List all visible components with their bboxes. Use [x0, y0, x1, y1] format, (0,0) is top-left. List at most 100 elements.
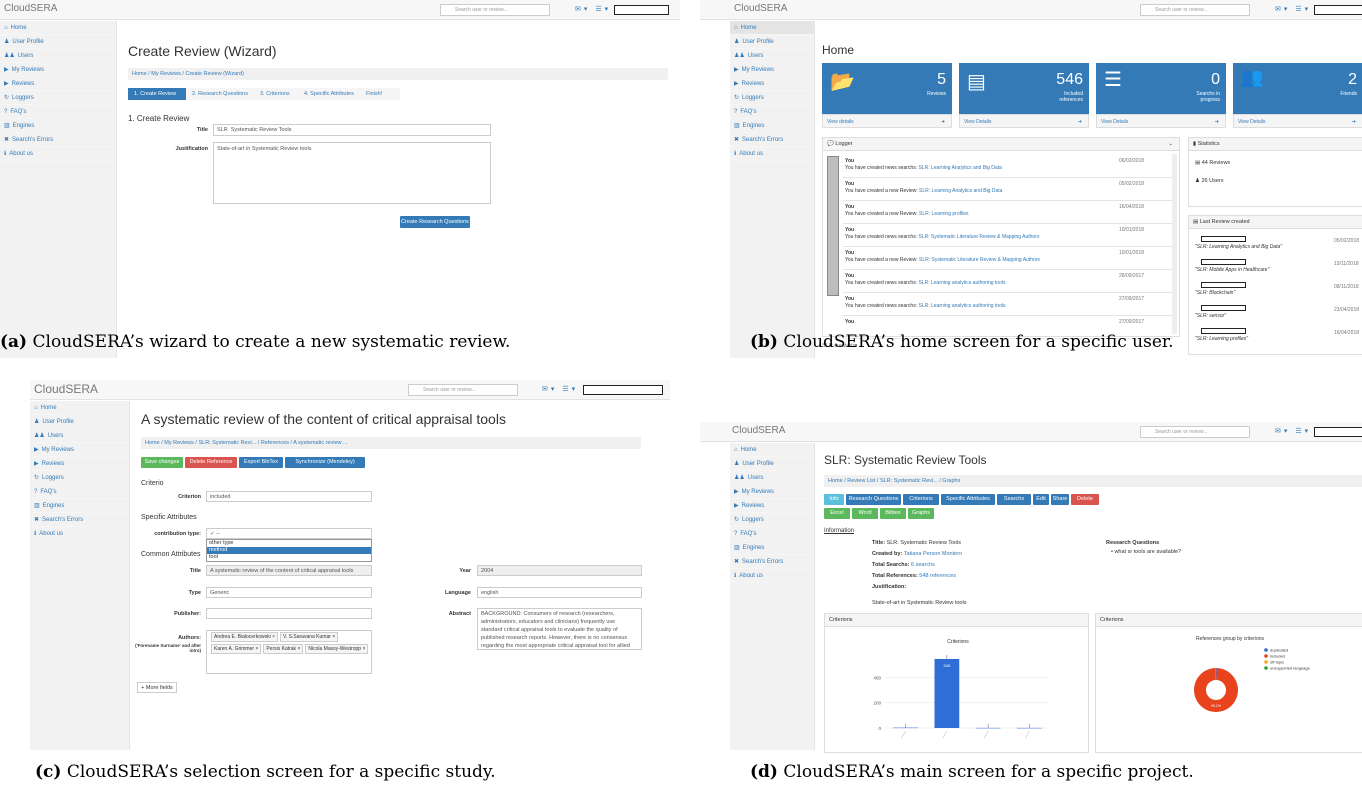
tile-searchs[interactable]: ☰ 0 Searchs in progress View Details ➜ — [1096, 63, 1226, 128]
dropdown-option[interactable]: other type — [207, 540, 371, 547]
sidebar-item-my-reviews[interactable]: ▶ My Reviews — [0, 63, 116, 77]
sidebar-item-about-us[interactable]: ℹ About us — [30, 527, 129, 541]
justification-textarea[interactable]: State-of-art in Systematic Review tools — [213, 142, 491, 204]
sidebar-item-engines[interactable]: ▥ Engines — [0, 119, 116, 133]
authors-tags[interactable]: Andrea E. Bialocerkowski × V. S.Saravana … — [206, 630, 372, 674]
synchronize-mendeley-button[interactable]: Synchronize (Mendeley) — [285, 457, 365, 468]
tab-criterions[interactable]: Criterions — [903, 494, 939, 505]
log-scrollbar[interactable] — [1172, 154, 1177, 334]
delete-reference-button[interactable]: Delete Reference — [185, 457, 237, 468]
user-menu-redacted[interactable] — [614, 5, 669, 15]
title-input[interactable]: A systematic review of the content of cr… — [206, 565, 372, 576]
tile-footer[interactable]: View Details ➜ — [1096, 114, 1226, 128]
sidebar-item-loggers[interactable]: ↻ Loggers — [730, 91, 814, 105]
sidebar-item-reviews[interactable]: ▶ Reviews — [730, 499, 814, 513]
sidebar-item-about-us[interactable]: ℹ About us — [0, 147, 116, 161]
tab-info[interactable]: Info — [824, 494, 844, 505]
log-review-link[interactable]: SLR: Learning profiles — [919, 211, 968, 217]
wizard-step-5[interactable]: Finish! — [360, 88, 400, 100]
last-review-name[interactable]: "SLR: Mobile Apps in Healthcare" — [1195, 267, 1269, 273]
sidebar-item-reviews[interactable]: ▶ Reviews — [0, 77, 116, 91]
sidebar-item-users[interactable]: ♟♟ Users — [730, 471, 814, 485]
sidebar-item-engines[interactable]: ▥ Engines — [730, 541, 814, 555]
log-review-link[interactable]: SLR: Learning analytics authoring tools — [918, 303, 1005, 309]
sidebar-item-search-s-errors[interactable]: ✖ Search's Errors — [30, 513, 129, 527]
tile-reviews[interactable]: 📂 5 Reviews View details ➜ — [822, 63, 952, 128]
export-word-button[interactable]: Word — [852, 508, 878, 519]
sidebar-item-loggers[interactable]: ↻ Loggers — [730, 513, 814, 527]
sidebar-item-home[interactable]: ⌂ Home — [0, 21, 116, 35]
tile-footer[interactable]: View Details ➜ — [959, 114, 1089, 128]
sidebar-item-reviews[interactable]: ▶ Reviews — [30, 457, 129, 471]
wizard-step-1[interactable]: 1. Create Review — [128, 88, 186, 100]
dropdown-option[interactable]: tool — [207, 554, 371, 561]
export-bibtex-button[interactable]: Export BibTex — [239, 457, 283, 468]
chevron-down-icon[interactable]: ⌄ — [1168, 138, 1173, 151]
sidebar-item-engines[interactable]: ▥ Engines — [30, 499, 129, 513]
tile-references[interactable]: ▤ 546 Included references View Details ➜ — [959, 63, 1089, 128]
more-fields-button[interactable]: + More fields — [137, 682, 177, 693]
save-changes-button[interactable]: Save changes — [141, 457, 183, 468]
type-select[interactable]: Generic — [206, 587, 372, 598]
wizard-step-4[interactable]: 4. Specific Attributes — [298, 88, 360, 100]
author-tag[interactable]: Andrea E. Bialocerkowski × — [211, 632, 279, 642]
brand-logo[interactable]: CloudSERA — [732, 425, 785, 436]
author-tag[interactable]: Karen A. Grimmer × — [211, 644, 262, 654]
sidebar-item-user-profile[interactable]: ♟ User Profile — [30, 415, 129, 429]
sidebar-item-my-reviews[interactable]: ▶ My Reviews — [30, 443, 129, 457]
tab-specific-attributes[interactable]: Specific Attributes — [941, 494, 995, 505]
language-select[interactable]: english — [477, 587, 642, 598]
create-research-questions-button[interactable]: Create Research Questions — [400, 216, 470, 228]
sidebar-item-faq-s[interactable]: ? FAQ's — [730, 527, 814, 541]
search-input[interactable]: Search user or review... — [408, 384, 518, 396]
sidebar-item-faq-s[interactable]: ? FAQ's — [30, 485, 129, 499]
log-review-link[interactable]: SLR: Learning Analytics and Big Data — [918, 165, 1001, 171]
last-review-name[interactable]: "SLR: Learning Analytics and Big Data" — [1195, 244, 1282, 250]
sidebar-item-about-us[interactable]: ℹ About us — [730, 147, 814, 161]
tile-footer[interactable]: View Details ➜ — [1233, 114, 1362, 128]
sidebar-item-users[interactable]: ♟♟ Users — [30, 429, 129, 443]
tab-share[interactable]: Share — [1051, 494, 1069, 505]
author-tag[interactable]: V. S.Saravana Kumar × — [280, 632, 339, 642]
contribution-select[interactable]: ✓ -- — [206, 528, 372, 539]
sidebar-item-about-us[interactable]: ℹ About us — [730, 569, 814, 583]
sidebar-item-user-profile[interactable]: ♟ User Profile — [730, 457, 814, 471]
user-menu-redacted[interactable] — [1314, 427, 1362, 437]
wizard-step-3[interactable]: 3. Criterions — [254, 88, 298, 100]
breadcrumb[interactable]: Home / Review List / SLR: Systematic Rev… — [824, 475, 1362, 487]
user-menu-redacted[interactable] — [1314, 5, 1362, 15]
author-tag[interactable]: Nicola Massy-Westropp × — [305, 644, 369, 654]
user-menu-redacted[interactable] — [583, 385, 663, 395]
brand-logo[interactable]: CloudSERA — [4, 3, 57, 14]
wizard-step-2[interactable]: 2. Research Questions — [186, 88, 254, 100]
search-input[interactable]: Search user or review... — [1140, 4, 1250, 16]
tab-searchs[interactable]: Searchs — [997, 494, 1031, 505]
sidebar-item-home[interactable]: ⌂ Home — [30, 401, 129, 415]
sidebar-item-user-profile[interactable]: ♟ User Profile — [730, 35, 814, 49]
log-review-link[interactable]: SLR: Systematic Literature Review & Mapp… — [919, 257, 1040, 263]
breadcrumb[interactable]: Home / My Reviews / Create Review (Wizar… — [128, 68, 668, 80]
sidebar-item-users[interactable]: ♟♟ Users — [730, 49, 814, 63]
abstract-textarea[interactable]: BACKGROUND: Consumers of research (resea… — [477, 608, 642, 650]
tab-edit[interactable]: Edit — [1033, 494, 1049, 505]
sidebar-item-reviews[interactable]: ▶ Reviews — [730, 77, 814, 91]
sidebar-item-faq-s[interactable]: ? FAQ's — [0, 105, 116, 119]
sidebar-item-search-s-errors[interactable]: ✖ Search's Errors — [730, 133, 814, 147]
last-review-name[interactable]: "SLR: Learning profiles" — [1195, 336, 1248, 342]
sidebar-item-user-profile[interactable]: ♟ User Profile — [0, 35, 116, 49]
tile-footer[interactable]: View details ➜ — [822, 114, 952, 128]
sidebar-item-home[interactable]: ⌂ Home — [730, 443, 814, 457]
breadcrumb[interactable]: Home / My Reviews / SLR: Systematic Revi… — [141, 437, 641, 449]
brand-logo[interactable]: CloudSERA — [734, 3, 787, 14]
tab-delete[interactable]: Delete — [1071, 494, 1099, 505]
sidebar-item-loggers[interactable]: ↻ Loggers — [0, 91, 116, 105]
sidebar-item-engines[interactable]: ▥ Engines — [730, 119, 814, 133]
log-review-link[interactable]: SLR: Systematic Literature Review & Mapp… — [918, 234, 1039, 240]
export-excel-button[interactable]: Excel — [824, 508, 850, 519]
author-tag[interactable]: Persis Katrak × — [263, 644, 304, 654]
last-review-name[interactable]: "SLR: sensor" — [1195, 313, 1226, 319]
contribution-dropdown[interactable]: other type method tool — [206, 539, 372, 562]
sidebar-item-loggers[interactable]: ↻ Loggers — [30, 471, 129, 485]
sidebar-item-faq-s[interactable]: ? FAQ's — [730, 105, 814, 119]
search-input[interactable]: Search user or review... — [440, 4, 550, 16]
